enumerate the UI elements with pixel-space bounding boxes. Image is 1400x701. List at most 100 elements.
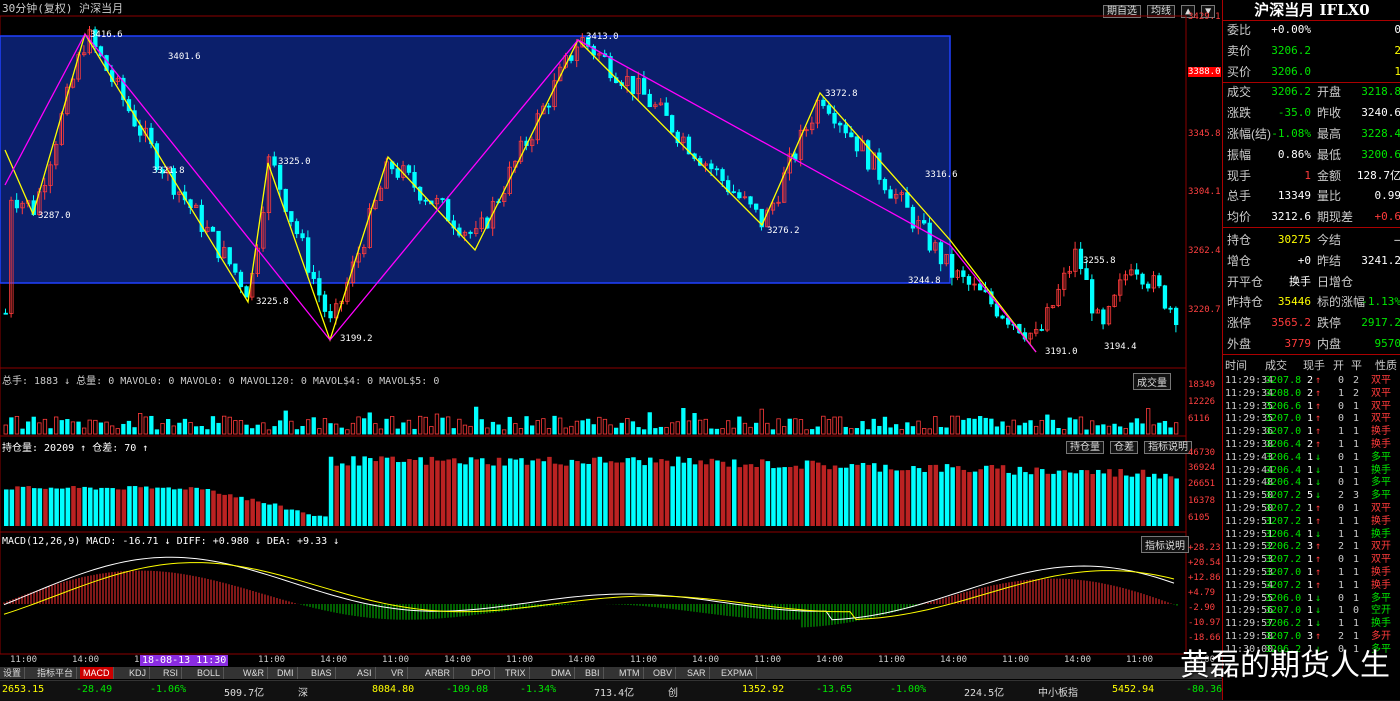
trade-cell: 1 (1338, 388, 1344, 401)
macd-help-button[interactable]: 指标说明 (1141, 536, 1189, 553)
volume-bar (693, 413, 697, 434)
quote-row: 涨幅(结)-1.08%最高3228.4 (1225, 124, 1400, 144)
trade-cell: 1 (1353, 516, 1359, 529)
oi-bar (962, 470, 967, 526)
oi-bar (844, 468, 849, 526)
tab-wr[interactable]: W&R (240, 667, 268, 679)
tab-bbi[interactable]: BBI (582, 667, 604, 679)
trade-cell: 1 (1307, 477, 1313, 490)
candle-body (1174, 308, 1178, 324)
quote-title: 沪深当月 IFLX0 (1223, 0, 1400, 21)
trade-cell: ↓ (1315, 465, 1321, 478)
oi-bar (721, 462, 726, 526)
volume-bar (620, 423, 624, 434)
candle-body (323, 295, 327, 311)
tab-dpo[interactable]: DPO (468, 667, 495, 679)
oi-bar (178, 489, 183, 526)
volume-bar (553, 416, 557, 434)
volume-bar (340, 428, 344, 434)
oi-bar (290, 510, 295, 526)
volume-button[interactable]: 成交量 (1133, 373, 1171, 390)
oi-bar (452, 458, 457, 526)
tab-sar[interactable]: SAR (684, 667, 710, 679)
oi-bar (1062, 470, 1067, 526)
volume-bar (648, 413, 652, 434)
trade-row: 11:29:503207.25↓23多平 (1223, 490, 1400, 503)
trade-cell: 1 (1338, 605, 1344, 618)
volume-bar (273, 427, 277, 434)
trade-cell: 1 (1353, 465, 1359, 478)
oi-toggle[interactable]: 持仓量 (1066, 441, 1104, 454)
oi-bar (715, 460, 720, 526)
volume-bar (1079, 417, 1083, 434)
diff-toggle[interactable]: 仓差 (1110, 441, 1138, 454)
tab-asi[interactable]: ASI (354, 667, 376, 679)
volume-bar (1012, 420, 1016, 434)
oi-bar (581, 463, 586, 526)
volume-bar (486, 428, 490, 434)
oi-bar (66, 488, 71, 526)
tab-arbr[interactable]: ARBR (422, 667, 454, 679)
tab-boll[interactable]: BOLL (194, 667, 224, 679)
candle-body (469, 232, 473, 233)
candle-body (1102, 310, 1106, 324)
oi-bar (60, 489, 65, 526)
volume-bar (956, 416, 960, 434)
oi-bar (144, 487, 149, 526)
tab-[interactable]: 设置 (0, 667, 25, 679)
kline-chart[interactable] (0, 0, 1222, 667)
oi-bar (351, 456, 356, 526)
quote-row: 总手13349量比0.99 (1225, 186, 1400, 206)
tab-vr[interactable]: VR (388, 667, 408, 679)
candle-body (211, 227, 215, 231)
candle-body (710, 164, 714, 169)
tab-rsi[interactable]: RSI (160, 667, 182, 679)
oi-bar (407, 459, 412, 526)
volume-bar (1118, 427, 1122, 434)
oi-bar (497, 458, 502, 526)
oi-bar (1174, 478, 1179, 526)
trade-cell: 3206.2 (1265, 541, 1301, 554)
quote-label2: 最低 (1317, 145, 1341, 165)
tab-trix[interactable]: TRIX (502, 667, 530, 679)
oi-bar (564, 466, 569, 526)
tab-bias[interactable]: BIAS (308, 667, 336, 679)
oi-help-button[interactable]: 指标说明 (1144, 441, 1192, 454)
volume-bar (889, 428, 893, 434)
volume-bar (1018, 426, 1022, 434)
trade-cell: 2 (1338, 541, 1344, 554)
trade-cell: 双开 (1371, 541, 1391, 554)
quote-row: 开平仓换手日增仓 (1225, 272, 1400, 292)
tab-dmi[interactable]: DMI (274, 667, 298, 679)
volume-bar (810, 429, 814, 434)
status-item: -1.34% (520, 684, 556, 695)
volume-bar (116, 429, 120, 434)
tab-[interactable]: 指标平台 (34, 667, 77, 679)
tab-macd[interactable]: MACD (80, 667, 114, 679)
tab-expma[interactable]: EXPMA (718, 667, 757, 679)
trade-cell: ↓ (1315, 477, 1321, 490)
oi-bar (950, 467, 955, 526)
tab-dma[interactable]: DMA (548, 667, 575, 679)
volume-bar (26, 422, 30, 434)
quote-label: 卖价 (1227, 41, 1251, 61)
volume-bar (133, 428, 137, 434)
volume-bar (334, 424, 338, 434)
oi-bar (894, 470, 899, 526)
volume-bar (1062, 430, 1066, 434)
trade-cell: 双平 (1371, 401, 1391, 414)
tab-obv[interactable]: OBV (650, 667, 676, 679)
volume-bar (1146, 409, 1150, 434)
tab-kdj[interactable]: KDJ (126, 667, 150, 679)
trade-cell: 空开 (1371, 605, 1391, 618)
quote-label: 涨停 (1227, 313, 1251, 333)
trade-row: 11:29:483206.41↓01多平 (1223, 477, 1400, 490)
tab-mtm[interactable]: MTM (616, 667, 644, 679)
volume-bar (508, 417, 512, 434)
quote-row: 涨跌-35.0昨收3240.6 (1225, 103, 1400, 123)
time-label: 14:00 (1064, 655, 1091, 665)
oi-bar (833, 466, 838, 526)
volume-bar (301, 426, 305, 434)
trade-cell: 1 (1338, 580, 1344, 593)
volume-bar (234, 421, 238, 434)
